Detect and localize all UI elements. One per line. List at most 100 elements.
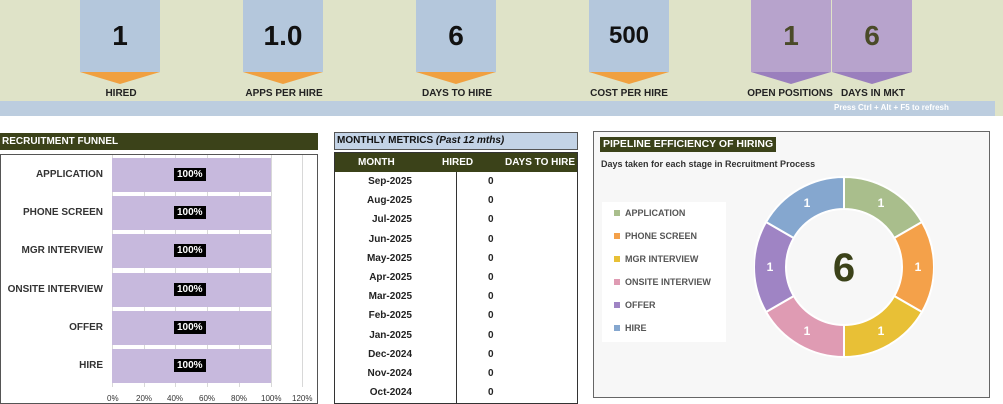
kpi-cost-per-hire-value: 500 — [589, 0, 669, 72]
legend-label: OFFER — [625, 300, 656, 310]
funnel-pct-label: 100% — [174, 321, 206, 334]
cell-month: Apr-2025 — [369, 272, 412, 283]
axis-tick-label: 120% — [292, 394, 313, 403]
kpi-days-to-hire-label: DAYS TO HIRE — [421, 88, 493, 99]
legend-label: PHONE SCREEN — [625, 231, 698, 241]
slice-value-label: 1 — [915, 260, 922, 274]
legend-item: MGR INTERVIEW — [614, 254, 698, 266]
funnel-pct-label: 100% — [174, 283, 206, 296]
cell-hired: 0 — [488, 291, 494, 303]
funnel-stage-label: HIRE — [79, 360, 103, 371]
axis-tick-label: 60% — [199, 394, 216, 403]
legend-swatch — [614, 324, 620, 331]
pipeline-efficiency-panel: PIPELINE EFFICIENCY OF HIRING Days taken… — [593, 131, 990, 398]
legend-label: MGR INTERVIEW — [625, 254, 699, 264]
table-row: Jul-2025 0 — [335, 210, 577, 229]
kpi-arrow-icon — [589, 72, 669, 84]
cell-hired: 0 — [488, 214, 494, 226]
funnel-stage-label: OFFER — [69, 322, 103, 333]
pipeline-donut-chart: 1 1 1 1 1 1 6 — [754, 175, 934, 359]
cell-month: Mar-2025 — [368, 291, 412, 303]
table-row: Sep-2025 0 — [335, 172, 577, 191]
cell-hired: 0 — [488, 329, 494, 341]
kpi-apps-per-hire-label: APPS PER HIRE — [245, 88, 323, 99]
cell-hired: 0 — [488, 348, 494, 360]
axis-tick-label: 100% — [261, 394, 282, 403]
cell-month: Dec-2024 — [368, 348, 412, 360]
legend-item: PHONE SCREEN — [614, 231, 697, 243]
funnel-row: HIRE 100% — [1, 349, 319, 383]
kpi-arrow-icon — [243, 72, 323, 84]
funnel-row: APPLICATION 100% — [1, 158, 319, 192]
slice-value-label: 1 — [878, 324, 885, 338]
funnel-stage-label: APPLICATION — [35, 169, 103, 180]
refresh-hint: Press Ctrl + Alt + F5 to refresh — [834, 103, 949, 112]
cell-month: Nov-2024 — [367, 368, 412, 379]
recruitment-funnel: APPLICATION 100% PHONE SCREEN 100% MGR I… — [0, 154, 318, 404]
cell-month: May-2025 — [366, 252, 412, 264]
table-row: Dec-2024 0 — [335, 345, 577, 364]
chart-legend: APPLICATION PHONE SCREEN MGR INTERVIEW ONSI… — [602, 202, 726, 342]
table-row: Jun-2025 0 — [335, 230, 577, 249]
kpi-arrow-icon — [751, 72, 831, 84]
funnel-row: OFFER 100% — [1, 311, 319, 345]
cell-hired: 0 — [488, 368, 494, 379]
kpi-days-in-mkt-label: DAYS IN MKT — [840, 88, 906, 99]
legend-item: OFFER — [614, 300, 656, 312]
legend-item: APPLICATION — [614, 208, 685, 220]
funnel-title: RECRUITMENT FUNNEL — [0, 133, 318, 150]
axis-tick-label: 0% — [107, 394, 119, 403]
legend-swatch — [614, 232, 620, 239]
legend-label: HIRE — [625, 323, 647, 333]
table-row: Feb-2025 0 — [335, 306, 577, 325]
kpi-hired-label: HIRED — [105, 88, 137, 99]
kpi-apps-per-hire-value: 1.0 — [243, 0, 323, 72]
legend-swatch — [614, 278, 620, 285]
cell-month: Jun-2025 — [368, 233, 412, 245]
cell-hired: 0 — [488, 272, 494, 283]
kpi-days-in-mkt-value: 6 — [832, 0, 912, 72]
funnel-pct-label: 100% — [174, 359, 206, 372]
legend-label: APPLICATION — [625, 208, 686, 218]
monthly-metrics-table: MONTH HIRED DAYS TO HIRE Sep-2025 0 Aug-20… — [334, 152, 578, 404]
legend-item: HIRE — [614, 323, 647, 335]
table-row: Aug-2025 0 — [335, 191, 577, 210]
cell-hired: 0 — [488, 233, 494, 245]
legend-label: ONSITE INTERVIEW — [625, 277, 711, 287]
kpi-days-to-hire-value: 6 — [416, 0, 496, 72]
funnel-row: MGR INTERVIEW 100% — [1, 234, 319, 268]
kpi-open-positions-value: 1 — [751, 0, 831, 72]
kpi-arrow-icon — [80, 72, 160, 84]
monthly-metrics-subtitle: (Past 12 mths) — [435, 135, 505, 146]
cell-month: Sep-2025 — [368, 176, 412, 187]
donut-center-value: 6 — [833, 246, 855, 290]
funnel-stage-label: MGR INTERVIEW — [21, 245, 103, 256]
kpi-hired-value: 1 — [80, 0, 160, 72]
kpi-cost-per-hire-label: COST PER HIRE — [590, 88, 668, 99]
cell-hired: 0 — [488, 310, 494, 322]
cell-hired: 0 — [488, 252, 494, 264]
funnel-pct-label: 100% — [174, 168, 206, 181]
slice-value-label: 1 — [878, 196, 885, 210]
funnel-pct-label: 100% — [174, 206, 206, 219]
monthly-metrics-title: MONTHLY METRICS (Past 12 mths) — [334, 132, 578, 150]
table-row: Nov-2024 0 — [335, 364, 577, 383]
cell-hired: 0 — [488, 387, 494, 399]
axis-tick-label: 40% — [167, 394, 184, 403]
funnel-pct-label: 100% — [174, 244, 206, 257]
funnel-stage-label: PHONE SCREEN — [22, 207, 103, 218]
legend-item: ONSITE INTERVIEW — [614, 277, 711, 289]
slice-value-label: 1 — [804, 324, 811, 338]
funnel-row: PHONE SCREEN 100% — [1, 196, 319, 230]
legend-swatch — [614, 255, 620, 262]
funnel-stage-label: ONSITE INTERVIEW — [7, 284, 103, 295]
slice-value-label: 1 — [767, 260, 774, 274]
table-header: MONTH HIRED DAYS TO HIRE — [335, 153, 577, 172]
table-row: Apr-2025 0 — [335, 268, 577, 287]
table-row: Jan-2025 0 — [335, 326, 577, 345]
cell-month: Oct-2024 — [369, 387, 412, 399]
axis-tick-label: 80% — [231, 394, 248, 403]
funnel-row: ONSITE INTERVIEW 100% — [1, 273, 319, 307]
kpi-arrow-icon — [416, 72, 496, 84]
kpi-arrow-icon — [832, 72, 912, 84]
